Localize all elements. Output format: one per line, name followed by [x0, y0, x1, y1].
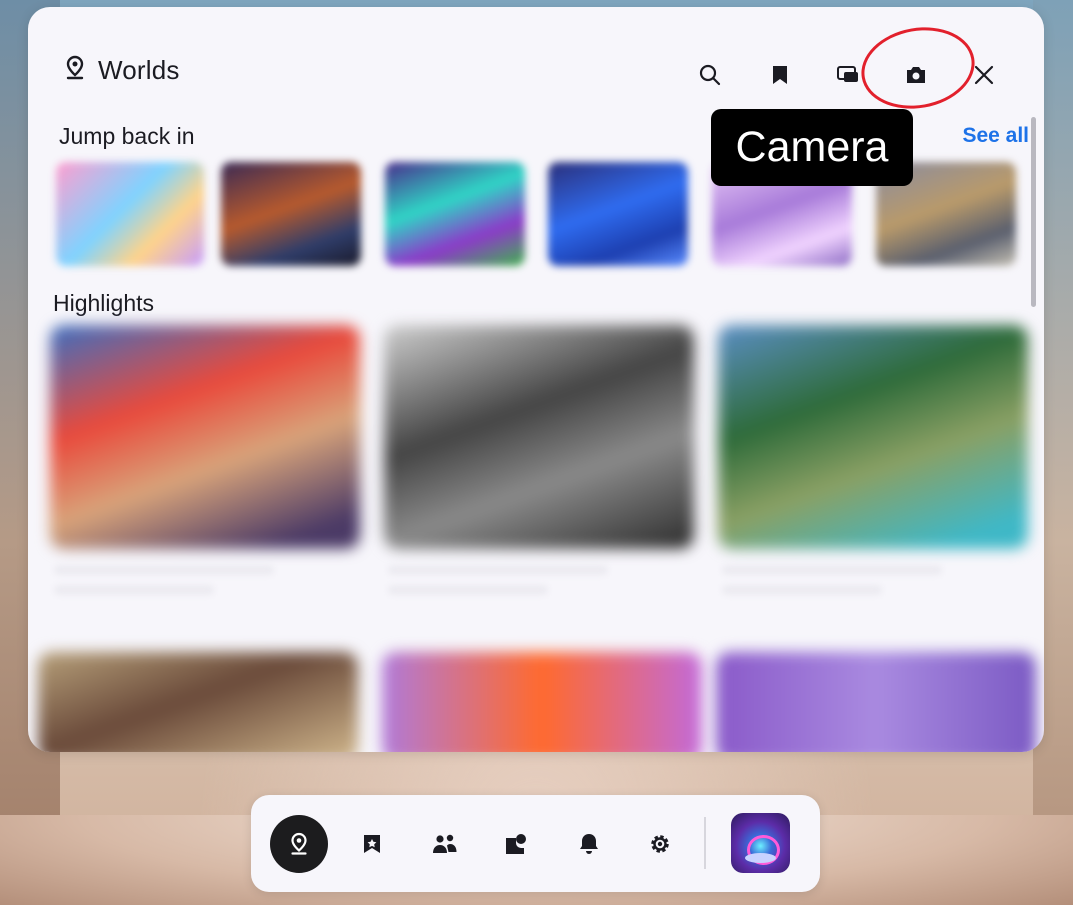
screen-cast-icon: [837, 66, 858, 82]
highlight-card-meta: [54, 585, 214, 595]
dock-divider: [704, 817, 706, 869]
social-icon: [506, 834, 526, 854]
close-icon: [974, 65, 994, 85]
highlight-world-card[interactable]: [384, 325, 694, 549]
see-all-link[interactable]: See all: [962, 124, 1029, 148]
highlight-world-card[interactable]: [38, 652, 358, 752]
highlight-world-card[interactable]: [50, 325, 360, 549]
saved-icon: [364, 835, 380, 853]
highlight-world-card[interactable]: [718, 325, 1028, 549]
dock-saved-button[interactable]: [343, 815, 401, 873]
settings-icon: [651, 835, 669, 853]
panel-title-group: Worlds: [64, 55, 180, 86]
camera-icon: [907, 67, 925, 83]
recent-world-thumbnail[interactable]: [548, 162, 688, 266]
worlds-panel: Worlds Camera Jump back in See all Highl…: [28, 7, 1044, 752]
panel-header: Worlds: [28, 7, 1044, 118]
search-icon: [699, 64, 721, 86]
highlight-card-meta: [388, 585, 548, 595]
bookmark-icon: [773, 66, 787, 84]
jump-back-in-heading: Jump back in: [59, 123, 195, 149]
worlds-icon: [291, 832, 307, 855]
highlight-card-meta: [722, 585, 882, 595]
highlight-world-card[interactable]: [716, 652, 1036, 752]
dock-worlds-button[interactable]: [270, 815, 328, 873]
dock-people-button[interactable]: [416, 815, 474, 873]
camera-button[interactable]: [898, 57, 934, 93]
current-world-app-icon[interactable]: [731, 813, 790, 873]
people-icon: [433, 834, 457, 853]
notifications-icon: [580, 834, 598, 854]
app-icon-base: [745, 853, 776, 863]
worlds-location-icon: [64, 55, 86, 86]
recent-world-thumbnail[interactable]: [56, 162, 204, 266]
highlight-card-meta: [722, 565, 942, 575]
highlight-card-meta: [54, 565, 274, 575]
highlights-heading: Highlights: [53, 290, 154, 316]
close-button[interactable]: [966, 57, 1002, 93]
page-title: Worlds: [98, 55, 180, 85]
camera-tooltip: Camera: [711, 109, 913, 186]
search-button[interactable]: [692, 57, 728, 93]
screen-cast-button[interactable]: [830, 57, 866, 93]
scrollbar[interactable]: [1031, 117, 1036, 307]
dock-settings-button[interactable]: [631, 815, 689, 873]
dock-notifications-button[interactable]: [560, 815, 618, 873]
recent-world-thumbnail[interactable]: [221, 162, 361, 266]
highlight-card-meta: [388, 565, 608, 575]
dock-social-button[interactable]: [487, 815, 545, 873]
bottom-dock: [251, 795, 820, 892]
recent-world-thumbnail[interactable]: [385, 162, 525, 266]
highlight-world-card[interactable]: [382, 652, 702, 752]
bookmark-button[interactable]: [762, 57, 798, 93]
